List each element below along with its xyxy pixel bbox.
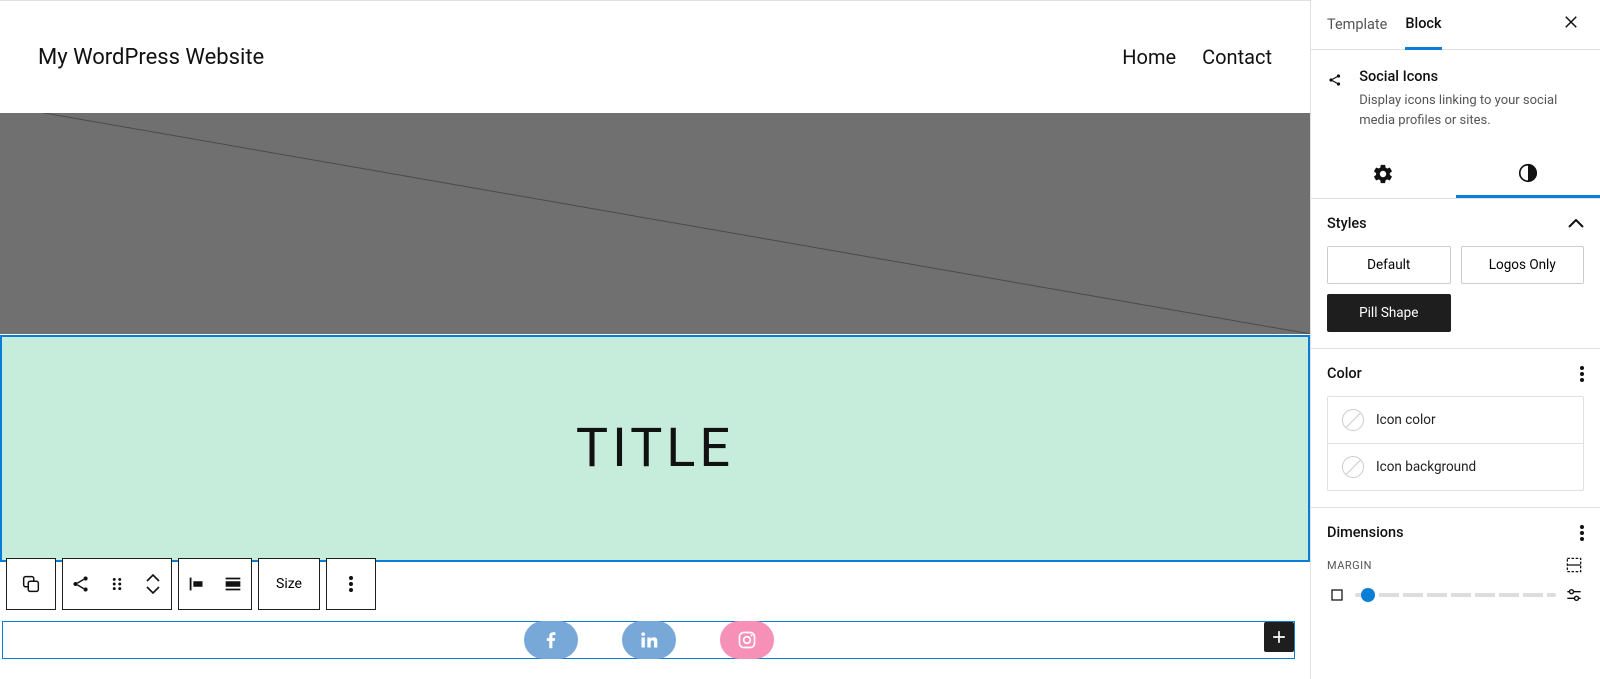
- color-panel: Color Icon color Icon background: [1311, 349, 1600, 508]
- icon-color-row[interactable]: Icon color: [1328, 397, 1583, 443]
- chevron-up-icon: [1568, 219, 1584, 229]
- social-facebook[interactable]: [524, 621, 578, 659]
- drag-handle[interactable]: [99, 559, 135, 609]
- settings-sliders-icon[interactable]: [1564, 585, 1584, 605]
- share-icon: [1327, 68, 1343, 92]
- site-header: My WordPress Website Home Contact: [0, 1, 1310, 113]
- align-button[interactable]: [215, 559, 251, 609]
- style-logos-only[interactable]: Logos Only: [1461, 246, 1585, 284]
- instagram-icon: [737, 630, 757, 650]
- chevron-up-icon: [146, 574, 160, 582]
- color-list: Icon color Icon background: [1327, 396, 1584, 491]
- appearance-icon: [1517, 162, 1539, 184]
- styles-panel: Styles Default Logos Only Pill Shape: [1311, 199, 1600, 349]
- settings-sidebar: Template Block Social Icons Display icon…: [1310, 0, 1600, 679]
- more-vertical-icon: [349, 582, 353, 586]
- move-updown[interactable]: [135, 559, 171, 609]
- block-name: Social Icons: [1359, 68, 1584, 85]
- social-linkedin[interactable]: [622, 621, 676, 659]
- icon-color-label: Icon color: [1376, 412, 1436, 428]
- dimensions-panel: Dimensions MARGIN: [1311, 508, 1600, 621]
- facebook-icon: [540, 629, 562, 651]
- linkedin-icon: [639, 630, 659, 650]
- size-button[interactable]: Size: [259, 559, 319, 609]
- margin-label: MARGIN: [1327, 559, 1372, 572]
- block-toolbar: Size: [6, 558, 382, 610]
- social-instagram[interactable]: [720, 621, 774, 659]
- nav-item-home[interactable]: Home: [1122, 45, 1176, 69]
- share-icon-button[interactable]: [63, 559, 99, 609]
- color-swatch-empty: [1342, 456, 1364, 478]
- icon-background-label: Icon background: [1376, 459, 1476, 475]
- set-custom-size-icon[interactable]: [1564, 555, 1584, 575]
- more-options-button[interactable]: [327, 559, 375, 609]
- parent-block-icon: [20, 573, 42, 595]
- inspector-subtabs: [1311, 150, 1600, 199]
- close-sidebar-button[interactable]: [1558, 9, 1584, 40]
- add-block-button[interactable]: [1264, 622, 1294, 652]
- unlink-sides-icon[interactable]: [1327, 585, 1347, 605]
- social-icons-block[interactable]: [2, 621, 1295, 659]
- justify-left-icon: [186, 573, 208, 595]
- color-panel-header: Color: [1327, 365, 1584, 382]
- icon-background-row[interactable]: Icon background: [1328, 443, 1583, 490]
- block-info: Social Icons Display icons linking to yo…: [1311, 50, 1600, 150]
- color-swatch-empty: [1342, 409, 1364, 431]
- dimensions-heading: Dimensions: [1327, 524, 1404, 541]
- styles-heading: Styles: [1327, 215, 1367, 232]
- share-icon: [70, 573, 92, 595]
- editor-canvas: My WordPress Website Home Contact TITLE: [0, 0, 1310, 679]
- parent-block-button[interactable]: [7, 559, 55, 609]
- drag-icon: [106, 573, 128, 595]
- block-description: Display icons linking to your social med…: [1359, 91, 1584, 130]
- tab-template[interactable]: Template: [1327, 1, 1387, 48]
- color-options-menu[interactable]: [1580, 372, 1584, 376]
- color-heading: Color: [1327, 365, 1362, 382]
- site-title[interactable]: My WordPress Website: [38, 45, 264, 70]
- style-options: Default Logos Only Pill Shape: [1327, 246, 1584, 332]
- slider-thumb[interactable]: [1361, 588, 1375, 602]
- subtab-styles[interactable]: [1456, 150, 1600, 198]
- site-nav: Home Contact: [1122, 45, 1272, 69]
- styles-panel-header[interactable]: Styles: [1327, 215, 1584, 232]
- featured-image-placeholder[interactable]: [0, 113, 1310, 334]
- margin-control: [1327, 585, 1584, 605]
- gear-icon: [1372, 163, 1394, 185]
- style-default[interactable]: Default: [1327, 246, 1451, 284]
- post-title-text[interactable]: TITLE: [576, 417, 734, 480]
- style-pill-shape[interactable]: Pill Shape: [1327, 294, 1451, 332]
- justify-button[interactable]: [179, 559, 215, 609]
- dimensions-panel-header: Dimensions: [1327, 524, 1584, 541]
- post-title-block[interactable]: TITLE: [0, 335, 1310, 562]
- dimensions-options-menu[interactable]: [1580, 531, 1584, 535]
- nav-item-contact[interactable]: Contact: [1202, 45, 1272, 69]
- chevron-down-icon: [146, 586, 160, 594]
- plus-icon: [1269, 627, 1289, 647]
- tab-block[interactable]: Block: [1405, 0, 1441, 50]
- sidebar-tabs: Template Block: [1311, 0, 1600, 50]
- margin-slider[interactable]: [1355, 593, 1556, 597]
- subtab-settings[interactable]: [1311, 150, 1456, 198]
- close-icon: [1562, 13, 1580, 31]
- align-full-icon: [222, 573, 244, 595]
